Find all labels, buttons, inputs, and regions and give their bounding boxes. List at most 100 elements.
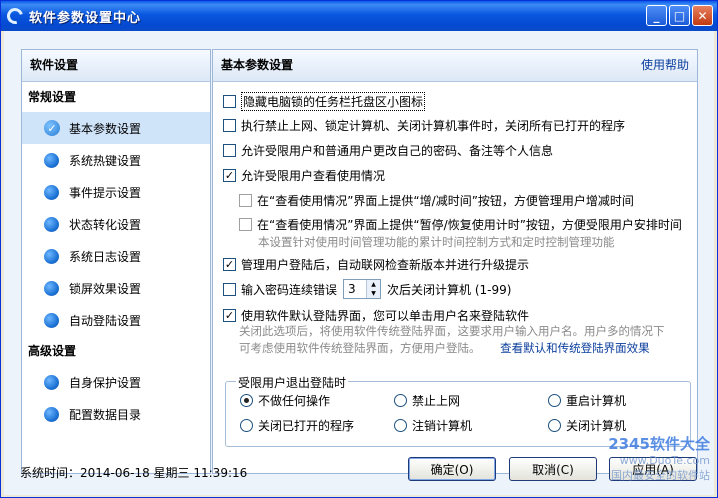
group-title: 受限用户退出登陆时 [236, 374, 349, 391]
checkbox[interactable] [223, 282, 236, 296]
option-label: 使用软件默认登陆界面，您可以单击用户名来登陆软件 [241, 309, 530, 323]
title-bar[interactable]: 软件参数设置中心 _ □ ✕ [1, 1, 717, 31]
radio[interactable] [240, 419, 253, 432]
radio-no-action[interactable]: 不做任何操作 [240, 392, 330, 409]
option-hint-line: 可考虑使用软件传统登陆界面，方便用户登陆。 [239, 341, 481, 355]
option-allow-view-usage[interactable]: ✓ 允许受限用户查看使用情况 [223, 167, 385, 184]
blue-dot-icon [44, 152, 59, 168]
option-default-login[interactable]: ✓ 使用软件默认登陆界面，您可以单击用户名来登陆软件 [223, 307, 529, 324]
sidebar-item-lockscreen[interactable]: 锁屏效果设置 [22, 272, 210, 304]
stepper-up-icon[interactable]: ▲ [367, 280, 381, 289]
stepper-value[interactable]: 3 [344, 282, 366, 296]
sidebar-item-label: 状态转化设置 [69, 217, 142, 232]
system-time: 系统时间：2014-06-18 星期三 11:39:16 [20, 466, 248, 480]
watermark-slogan: 国内最安全的软件站 [611, 469, 710, 482]
checkbox[interactable] [223, 119, 236, 132]
radio-label: 不做任何操作 [258, 394, 331, 408]
checkbox-checked[interactable]: ✓ [223, 309, 236, 322]
option-add-time-button[interactable]: 在“查看使用情况”界面上提供“增/减时间”按钮，方便管理用户增减时间 [239, 192, 634, 209]
radio-restart[interactable]: 重启计算机 [548, 392, 626, 409]
radio-selected[interactable] [240, 394, 253, 407]
radio-label: 禁止上网 [412, 394, 461, 408]
option-label: 允许受限用户和普通用户更改自己的密码、备注等个人信息 [241, 144, 554, 158]
sidebar-item-label: 配置数据目录 [69, 407, 142, 422]
window-title: 软件参数设置中心 [29, 10, 142, 26]
ok-button[interactable]: 确定(O) [408, 457, 496, 481]
radio-label: 关闭计算机 [566, 419, 627, 433]
login-preview-link[interactable]: 查看默认和传统登陆界面效果 [500, 341, 650, 355]
sidebar-item-label: 锁屏效果设置 [69, 281, 142, 296]
help-link[interactable]: 使用帮助 [641, 50, 689, 81]
radio[interactable] [548, 394, 561, 407]
app-logo-icon [4, 5, 26, 27]
option-label: 在“查看使用情况”界面上提供“暂停/恢复使用计时”按钮，方便受限用户安排时间 [257, 218, 682, 232]
watermark-brand: 2345软件大全 [608, 435, 710, 453]
option-hint: 可考虑使用软件传统登陆界面，方便用户登陆。 查看默认和传统登陆界面效果 [239, 340, 650, 356]
radio-label: 重启计算机 [566, 394, 627, 408]
error-count-stepper[interactable]: 3 ▲ ▼ [343, 279, 382, 299]
sidebar-item-datadir[interactable]: 配置数据目录 [22, 398, 210, 430]
option-label: 执行禁止上网、锁定计算机、关闭计算机事件时，关闭所有已打开的程序 [241, 119, 626, 133]
minimize-button[interactable]: _ [646, 5, 667, 26]
option-pause-button[interactable]: 在“查看使用情况”界面上提供“暂停/恢复使用计时”按钮，方便受限用户安排时间 [239, 216, 682, 233]
panel-header: 基本参数设置 使用帮助 [213, 50, 697, 82]
settings-window: 软件参数设置中心 _ □ ✕ www.DuoTe.com 软件设置 常规设置 ✓… [0, 0, 718, 498]
close-button[interactable]: ✕ [692, 5, 713, 26]
option-hint: 本设置针对使用时间管理功能的累计时间控制方式和定时控制管理功能 [258, 235, 615, 249]
radio[interactable] [548, 419, 561, 432]
option-hint: 关闭此选项后，将使用软件传统登陆界面，这要求用户输入用户名。用户多的情况下 [239, 324, 665, 338]
radio[interactable] [394, 394, 407, 407]
watermark-url: www.DuoTe.com [619, 454, 710, 467]
radio-shutdown[interactable]: 关闭计算机 [548, 417, 626, 434]
radio-label: 关闭已打开的程序 [258, 419, 355, 433]
radio-close-programs[interactable]: 关闭已打开的程序 [240, 417, 354, 434]
checkbox[interactable] [223, 144, 236, 157]
blue-dot-icon [44, 312, 59, 328]
sidebar-item-autologin[interactable]: 自动登陆设置 [22, 304, 210, 336]
blue-dot-icon [44, 248, 59, 264]
sidebar-item-event[interactable]: 事件提示设置 [22, 176, 210, 208]
option-label: 输入密码连续错误 [241, 282, 338, 297]
checkbox-checked[interactable]: ✓ [223, 258, 236, 271]
checkbox-checked[interactable]: ✓ [223, 169, 236, 182]
sidebar-group-advanced: 高级设置 [28, 344, 77, 358]
cancel-button[interactable]: 取消(C) [509, 457, 597, 481]
watermark: 2345软件大全 www.DuoTe.com 国内最安全的软件站 [608, 433, 710, 483]
blue-dot-icon [44, 184, 59, 200]
option-password-errors[interactable]: 输入密码连续错误 3 ▲ ▼ 次后关闭计算机 (1-99) [223, 279, 511, 299]
settings-panel: 基本参数设置 使用帮助 隐藏电脑锁的任务栏托盘区小图标 执行禁止上网、锁定计算机… [212, 49, 698, 474]
option-label-suffix: 次后关闭计算机 (1-99) [387, 282, 512, 297]
sidebar-group-general: 常规设置 [28, 90, 77, 104]
sidebar-item-hotkey[interactable]: 系统热键设置 [22, 144, 210, 176]
radio[interactable] [394, 419, 407, 432]
sidebar-item-label: 基本参数设置 [69, 121, 142, 136]
option-allow-edit-info[interactable]: 允许受限用户和普通用户更改自己的密码、备注等个人信息 [223, 142, 553, 159]
option-auto-update[interactable]: ✓ 管理用户登陆后，自动联网检查新版本并进行升级提示 [223, 256, 529, 273]
option-close-programs[interactable]: 执行禁止上网、锁定计算机、关闭计算机事件时，关闭所有已打开的程序 [223, 117, 625, 134]
checkbox[interactable] [239, 194, 252, 207]
panel-title: 基本参数设置 [221, 58, 294, 72]
radio-label: 注销计算机 [412, 419, 473, 433]
sidebar-item-basic[interactable]: ✓ 基本参数设置 [22, 112, 210, 144]
blue-dot-icon [44, 374, 59, 390]
sidebar-item-label: 自身保护设置 [69, 375, 142, 390]
blue-dot-icon [44, 280, 59, 296]
sidebar-item-selfprotect[interactable]: 自身保护设置 [22, 366, 210, 398]
option-label: 隐藏电脑锁的任务栏托盘区小图标 [241, 92, 426, 111]
sidebar-item-label: 系统热键设置 [69, 153, 142, 168]
maximize-button[interactable]: □ [669, 5, 690, 26]
option-label: 在“查看使用情况”界面上提供“增/减时间”按钮，方便管理用户增减时间 [257, 194, 634, 208]
option-hide-tray[interactable]: 隐藏电脑锁的任务栏托盘区小图标 [223, 92, 426, 111]
checkbox[interactable] [239, 218, 252, 231]
radio-block-internet[interactable]: 禁止上网 [394, 392, 460, 409]
option-label: 允许受限用户查看使用情况 [241, 169, 386, 183]
sidebar-item-label: 事件提示设置 [69, 185, 142, 200]
sidebar-item-state[interactable]: 状态转化设置 [22, 208, 210, 240]
stepper-down-icon[interactable]: ▼ [367, 289, 381, 298]
checkbox[interactable] [223, 95, 236, 108]
blue-dot-icon [44, 216, 59, 232]
option-label: 管理用户登陆后，自动联网检查新版本并进行升级提示 [241, 258, 530, 272]
client-area: www.DuoTe.com 软件设置 常规设置 ✓ 基本参数设置 系统热键设置 … [4, 31, 714, 495]
sidebar-item-log[interactable]: 系统日志设置 [22, 240, 210, 272]
radio-logoff[interactable]: 注销计算机 [394, 417, 472, 434]
